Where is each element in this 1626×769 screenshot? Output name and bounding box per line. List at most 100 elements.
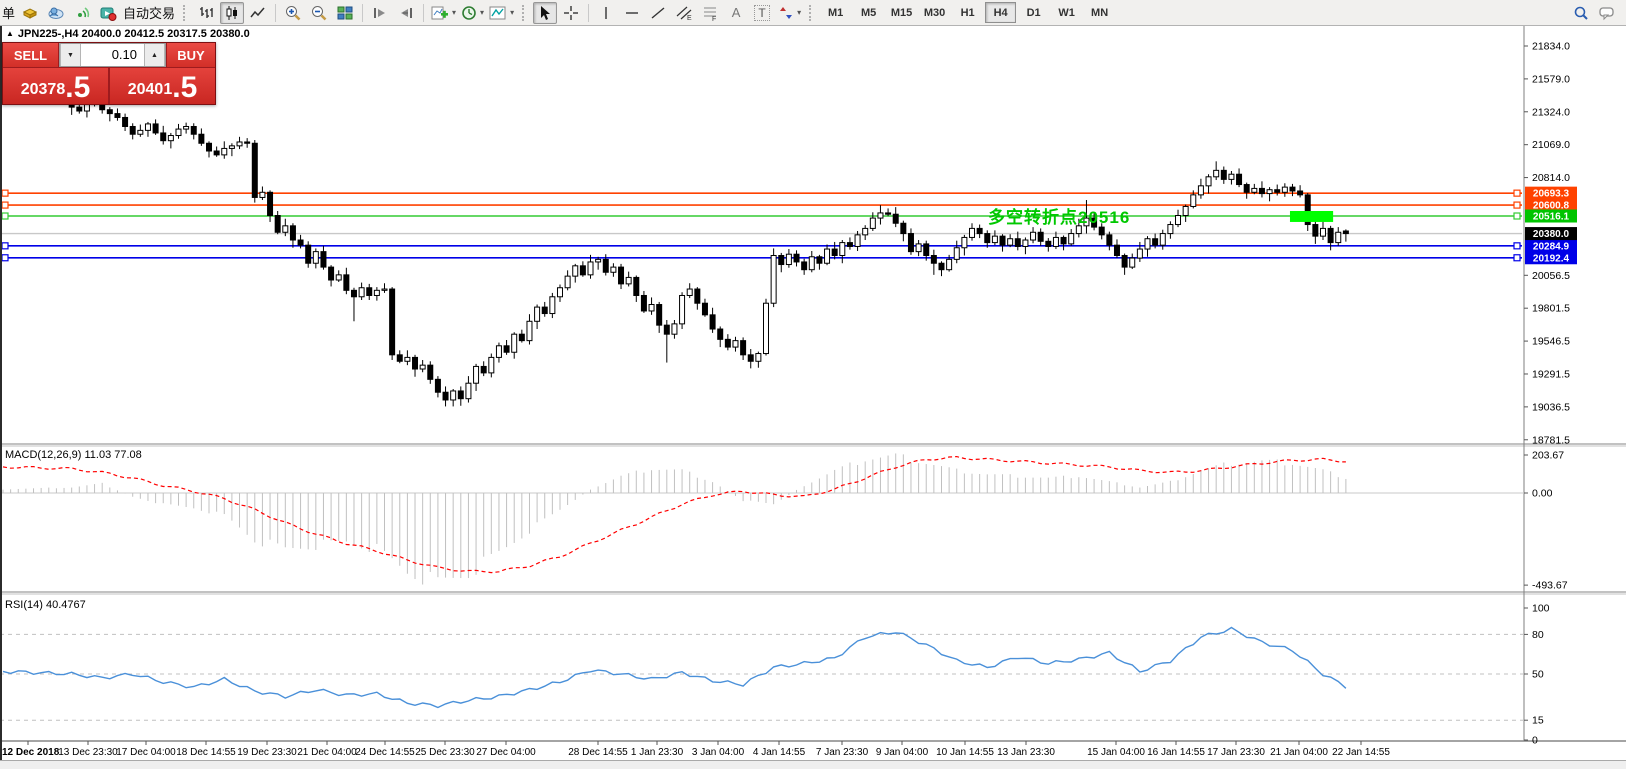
candle-body [122,116,129,127]
collapse-arrow-icon[interactable]: ▲ [6,29,14,38]
candle-body [808,256,815,271]
line-anchor-handle[interactable] [1,189,9,197]
text-label-tool-icon[interactable]: T [750,2,774,24]
toolbar-separator [588,3,590,22]
indicators-icon[interactable]: ▾ [487,2,515,24]
timeframe-button-m5[interactable]: M5 [853,2,884,23]
autotrading-icon[interactable] [96,2,120,24]
line-anchor-handle[interactable] [1513,201,1521,209]
timeframe-button-h4[interactable]: H4 [985,2,1017,23]
candle-body [633,276,640,296]
chart-text-annotation[interactable]: 多空转折点20516 [988,203,1130,228]
chart-canvas[interactable]: 21834.0 21579.0 21324.0 21069.0 20814.0 20056… [0,0,1626,769]
volume-value[interactable]: 0.10 [81,44,144,66]
timeframe-button-m1[interactable]: M1 [820,2,851,23]
vertical-line-tool-icon[interactable] [594,2,618,24]
timeframe-button-mn[interactable]: MN [1084,2,1115,23]
candle-body [717,328,724,340]
channel-letter: E [687,15,692,22]
buy-price-box[interactable]: 20401.5 [110,68,215,104]
candle-body [610,266,617,273]
arrows-tool-icon[interactable]: ▾ [776,2,802,24]
candle-body [1258,187,1265,195]
candle-body [541,306,548,315]
chart-shift-icon[interactable] [394,2,418,24]
text-tool-icon[interactable]: A [724,2,748,24]
line-anchor-handle[interactable] [1513,254,1521,262]
line-anchor-handle[interactable] [1513,212,1521,220]
sell-price-box[interactable]: 20378.5 [3,68,108,104]
candle-body [1052,236,1059,247]
line-anchor-handle[interactable] [1,212,9,220]
candle-body [1190,194,1197,207]
fibonacci-tool-icon[interactable]: F [698,2,722,24]
chart-window-border [0,26,2,760]
trendline-tool-icon[interactable] [646,2,670,24]
horizontal-line-tool-icon[interactable] [620,2,644,24]
candle-body [740,340,747,356]
new-order-icon[interactable] [18,2,42,24]
line-anchor-handle[interactable] [1,201,9,209]
candle-body [1175,215,1182,226]
new-chart-icon[interactable]: ▾ [429,2,457,24]
sell-button[interactable]: SELL [3,43,59,67]
auto-scroll-icon[interactable] [368,2,392,24]
tile-windows-icon[interactable] [333,2,357,24]
zoom-in-icon[interactable] [281,2,305,24]
community-icon[interactable] [44,2,68,24]
candle-body [167,135,174,142]
svg-text:20284.9: 20284.9 [1533,241,1570,252]
candle-body [564,275,571,289]
price-axis-tick-label: 19546.5 [1532,336,1570,348]
candle-body [1335,231,1342,244]
candle-body [1068,233,1075,245]
rsi-axis-tick-label: 50 [1532,669,1544,681]
timeframe-button-w1[interactable]: W1 [1051,2,1082,23]
rectangle-annotation[interactable] [1289,210,1334,222]
line-chart-icon[interactable] [246,2,270,24]
candle-body [1098,226,1105,236]
zoom-out-icon[interactable] [307,2,331,24]
chat-icon[interactable] [1595,2,1619,24]
cursor-icon[interactable] [533,1,558,24]
candle-body [1182,205,1189,217]
candle-body [618,266,625,285]
candle-body [480,365,487,374]
signal-icon[interactable] [70,2,94,24]
candle-body [1060,236,1067,245]
candle-body [877,212,884,219]
line-anchor-handle[interactable] [1513,189,1521,197]
timeframe-button-m30[interactable]: M30 [919,2,950,23]
crosshair-icon[interactable] [559,2,583,24]
svg-text:20380.0: 20380.0 [1533,229,1570,240]
bar-chart-icon[interactable] [194,2,218,24]
svg-text:20192.4: 20192.4 [1533,253,1570,264]
timeframe-button-d1[interactable]: D1 [1018,2,1049,23]
periods-icon[interactable]: ▾ [459,2,485,24]
candlestick-chart-icon[interactable] [220,1,245,24]
candle-body [1213,169,1220,178]
time-axis-label: 4 Jan 14:55 [753,747,806,758]
candle-body [419,364,426,370]
candle-body [991,235,998,244]
candle-body [434,378,441,393]
line-anchor-handle[interactable] [1,254,9,262]
timeframe-button-m15[interactable]: M15 [886,2,917,23]
channel-tool-icon[interactable]: E [672,2,696,24]
volume-increase-button[interactable]: ▲ [144,44,165,66]
candle-body [587,261,594,276]
chevron-down-icon: ▾ [510,8,515,17]
line-anchor-handle[interactable] [1513,242,1521,250]
buy-button[interactable]: BUY [166,43,215,67]
toolbar-separator [275,3,277,22]
volume-decrease-button[interactable]: ▼ [60,44,81,66]
line-anchor-handle[interactable] [1,242,9,250]
candle-body [556,287,563,298]
timeframe-button-h1[interactable]: H1 [952,2,983,23]
time-axis-label: 1 Jan 23:30 [631,747,684,758]
autotrading-label[interactable]: 自动交易 [123,3,175,22]
candle-body [267,191,274,217]
candle-body [671,323,678,335]
search-icon[interactable] [1569,2,1593,24]
time-axis-label: 17 Dec 04:00 [116,747,176,758]
